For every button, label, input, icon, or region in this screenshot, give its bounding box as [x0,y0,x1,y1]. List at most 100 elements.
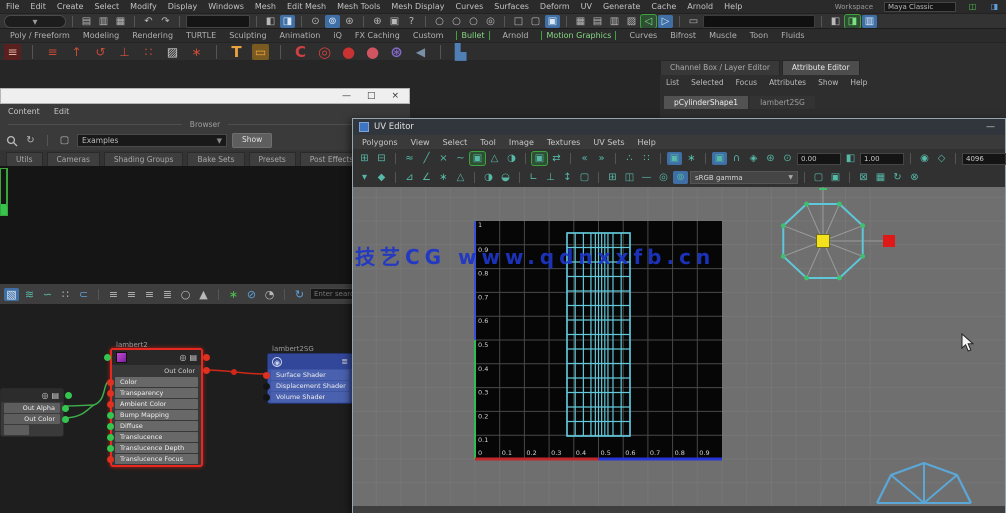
paint-effects-icon[interactable]: □ [511,15,526,28]
exposure-field[interactable]: 0.00 [797,153,841,165]
flower-mesh-icon[interactable]: ⊛ [388,44,405,60]
uv-lattice-icon[interactable]: ≈ [402,152,417,165]
dots-layout-icon[interactable]: ∷ [58,288,73,301]
texture-size-u-field[interactable]: 4096 [962,153,1006,165]
uv-cut-icon[interactable]: ╱ [419,152,434,165]
node-attribute-row[interactable]: Out Alpha [4,403,60,413]
blob-mesh-icon[interactable]: ● [364,44,381,60]
uv-pixel-snap-icon[interactable]: ▢ [811,171,826,184]
node-menu-icon[interactable]: ▤ [51,391,59,400]
file-texture-icon[interactable]: ▙ [452,44,469,60]
browser-category-dropdown[interactable]: Examples ▼ [77,134,227,147]
uv-unfold-icon[interactable]: △ [487,152,502,165]
uv-refresh-icon[interactable]: ◉ [917,152,932,165]
material-attribute-row[interactable]: Transparency [115,388,198,398]
selection-field[interactable] [186,15,250,28]
shelf-tab[interactable]: Animation [280,31,321,40]
character-set-icon[interactable]: ▭ [686,15,701,28]
render-settings-icon[interactable]: ○ [466,15,481,28]
undo-icon[interactable]: ↶ [141,15,156,28]
play-fwd-icon[interactable]: ▷ [658,15,673,28]
attribute-editor-menu-item[interactable]: Selected [691,78,724,87]
sidebar-toggle-modeling[interactable]: ◧ [828,15,843,28]
attribute-editor-node-tab[interactable]: lambert2SG [750,96,815,109]
shelf-tab[interactable]: Motion Graphics [541,31,616,40]
node-input-port[interactable] [107,412,114,419]
node-input-port[interactable] [107,390,114,397]
arc-curve-icon[interactable]: C [292,44,309,60]
sg-attribute-row[interactable]: Surface Shader [271,370,349,380]
uv-sew-icon[interactable]: × [436,152,451,165]
uv-hole-icon[interactable]: ◒ [498,171,513,184]
sculpt-tool-icon[interactable]: ≡ [44,44,61,60]
attribute-editor-menu-item[interactable]: Attributes [769,78,806,87]
sg-attribute-row[interactable]: Volume Shader [271,392,349,402]
uv-fill-icon[interactable]: ◑ [481,171,496,184]
uv-texture-borders-icon[interactable]: ∗ [684,152,699,165]
browser-content-area[interactable] [0,166,410,284]
menu-item[interactable]: File [6,2,19,11]
open-scene-icon[interactable]: ▥ [96,15,111,28]
uv-rotate-cw-icon[interactable]: ∠ [419,171,434,184]
uv-distribute-icon[interactable]: ∴ [622,152,637,165]
menu-item[interactable]: Cache [651,2,676,11]
shelf-tab[interactable]: Fluids [781,31,804,40]
attribute-editor-menu-item[interactable]: Help [850,78,867,87]
browser-menu-item[interactable]: Content [8,107,40,116]
play-back-icon[interactable]: ◁ [641,15,656,28]
shelf-tab[interactable]: FX Caching [355,31,400,40]
anim-layer-icon[interactable]: ▦ [573,15,588,28]
attribute-editor-menu-item[interactable]: Show [818,78,838,87]
node-input-port[interactable] [104,354,111,361]
graph-editor-icon[interactable]: ▤ [590,15,605,28]
lock-graph-icon[interactable]: ◔ [262,288,277,301]
uv-grid-snap-icon[interactable]: ▣ [828,171,843,184]
node-menu-icon[interactable]: ≣ [341,357,348,366]
node-input-port[interactable] [263,372,270,379]
zoom-search-icon[interactable]: ○ [178,288,193,301]
uv-channel-icon[interactable]: ⊚ [673,171,688,184]
uv-flip-icon[interactable]: ⇄ [549,152,564,165]
menu-item[interactable]: Deform [540,2,570,11]
uv-split-icon[interactable]: ~ [453,152,468,165]
shelf-tab[interactable]: Muscle [709,31,737,40]
node-input-port[interactable] [263,394,270,401]
out-color-port[interactable] [203,367,210,374]
shelf-tab[interactable]: Curves [629,31,657,40]
minimize-icon[interactable]: — [986,122,999,132]
node-menu-icon[interactable]: ▤ [189,353,197,362]
menu-item[interactable]: Surfaces [494,2,529,11]
uv-grab-icon[interactable]: ▣ [470,152,485,165]
uv-editor-menu-item[interactable]: Select [443,138,468,147]
sphere-primitive-icon[interactable]: ◎ [316,44,333,60]
connection-style-icon[interactable]: ⊘ [244,288,259,301]
uv-scale-icon[interactable]: ∗ [436,171,451,184]
ripple-icon[interactable]: ≋ [22,288,37,301]
maximize-icon[interactable]: □ [367,92,376,101]
pin-icon[interactable]: ▲ [196,288,211,301]
menu-item[interactable]: Arnold [687,2,713,11]
uv-isolate-icon[interactable]: ▣ [667,152,682,165]
shelf-tab[interactable]: Bullet [456,31,489,40]
uv-dash-icon[interactable]: — [639,171,654,184]
file-node-header[interactable]: ◎▤ [1,389,63,402]
connected-display-icon[interactable]: ≡ [124,288,139,301]
node-output-port[interactable] [203,354,210,361]
uv-move-u-icon[interactable]: ∟ [526,171,541,184]
menu-item[interactable]: Edit Mesh [287,2,326,11]
panel-toggle-icon[interactable]: ◫ [967,2,978,11]
browser-titlebar[interactable]: — □ × [0,88,410,104]
uv-update-icon[interactable]: ◇ [934,152,949,165]
uv-snap-together-icon[interactable]: ∷ [639,152,654,165]
material-node-selected[interactable]: lambert2 ◎▤ Out Color Color [110,348,203,467]
uv-rotate-ccw-icon[interactable]: ⊿ [402,171,417,184]
node-output-port[interactable] [62,416,69,423]
node-attribute-row-partial[interactable] [4,425,29,435]
uv-editor-menu-item[interactable]: View [411,138,430,147]
uv-align-right-icon[interactable]: » [594,152,609,165]
svg-tool-icon[interactable]: ▭ [252,44,269,60]
shelf-tab[interactable]: Sculpting [229,31,266,40]
uv-box-icon[interactable]: ▢ [577,171,592,184]
uv-move-v-icon[interactable]: ⊥ [543,171,558,184]
menu-item[interactable]: Mesh Display [391,2,444,11]
